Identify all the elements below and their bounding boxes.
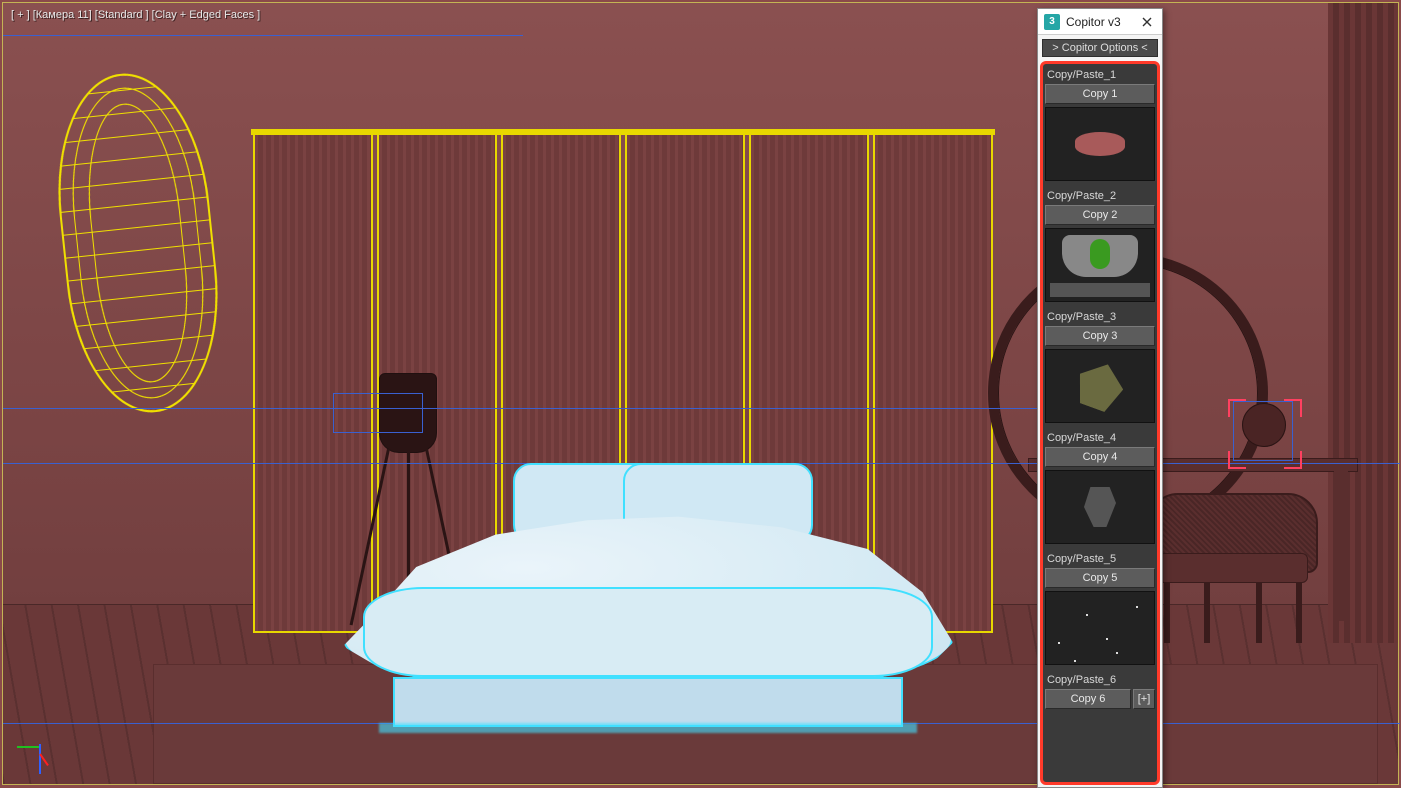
copitor-options-button[interactable]: > Copitor Options < [1042, 39, 1158, 57]
panel-titlebar[interactable]: 3 Copitor v3 [1038, 9, 1162, 35]
bed-selected-object[interactable] [343, 463, 953, 733]
slot-label: Copy/Paste_4 [1045, 429, 1155, 447]
slot-thumbnail[interactable] [1045, 349, 1155, 423]
slot-label: Copy/Paste_2 [1045, 187, 1155, 205]
slots-highlighted-area: Copy/Paste_1 Copy 1 Copy/Paste_2 Copy 2 … [1040, 61, 1160, 785]
copitor-panel[interactable]: 3 Copitor v3 > Copitor Options < Copy/Pa… [1037, 8, 1163, 788]
copy-button[interactable]: Copy 3 [1045, 326, 1155, 346]
armchair [1148, 493, 1318, 643]
slot: Copy/Paste_2 Copy 2 [1045, 187, 1155, 302]
copy-button[interactable]: Copy 4 [1045, 447, 1155, 467]
slot-thumbnail[interactable] [1045, 470, 1155, 544]
close-button[interactable] [1136, 12, 1158, 32]
app-icon: 3 [1044, 14, 1060, 30]
slot: Copy/Paste_1 Copy 1 [1045, 66, 1155, 181]
slot-thumbnail[interactable] [1045, 228, 1155, 302]
panel-title: Copitor v3 [1066, 15, 1130, 29]
slot: Copy/Paste_4 Copy 4 [1045, 429, 1155, 544]
slot: Copy/Paste_5 Copy 5 [1045, 550, 1155, 665]
slot-thumbnail[interactable] [1045, 107, 1155, 181]
copy-button[interactable]: Copy 2 [1045, 205, 1155, 225]
slot: Copy/Paste_3 Copy 3 [1045, 308, 1155, 423]
viewport-label[interactable]: [ + ] [Камера 11] [Standard ] [Clay + Ed… [11, 9, 260, 21]
slot-label: Copy/Paste_5 [1045, 550, 1155, 568]
close-icon [1142, 17, 1152, 27]
viewport-3d[interactable]: [ + ] [Камера 11] [Standard ] [Clay + Ed… [2, 2, 1399, 785]
slot-label: Copy/Paste_1 [1045, 66, 1155, 84]
add-slot-button[interactable]: [+] [1133, 689, 1155, 709]
desk-leg [1334, 471, 1348, 621]
copy-button[interactable]: Copy 1 [1045, 84, 1155, 104]
axis-gizmo[interactable] [17, 726, 65, 774]
slot-thumbnail[interactable] [1045, 591, 1155, 665]
slot-label: Copy/Paste_6 [1045, 671, 1155, 689]
copy-button[interactable]: Copy 6 [1045, 689, 1131, 709]
pendant-light-wireframe [46, 66, 231, 420]
copy-button[interactable]: Copy 5 [1045, 568, 1155, 588]
slot-label: Copy/Paste_3 [1045, 308, 1155, 326]
slot: Copy/Paste_6 Copy 6 [+] [1045, 671, 1155, 709]
